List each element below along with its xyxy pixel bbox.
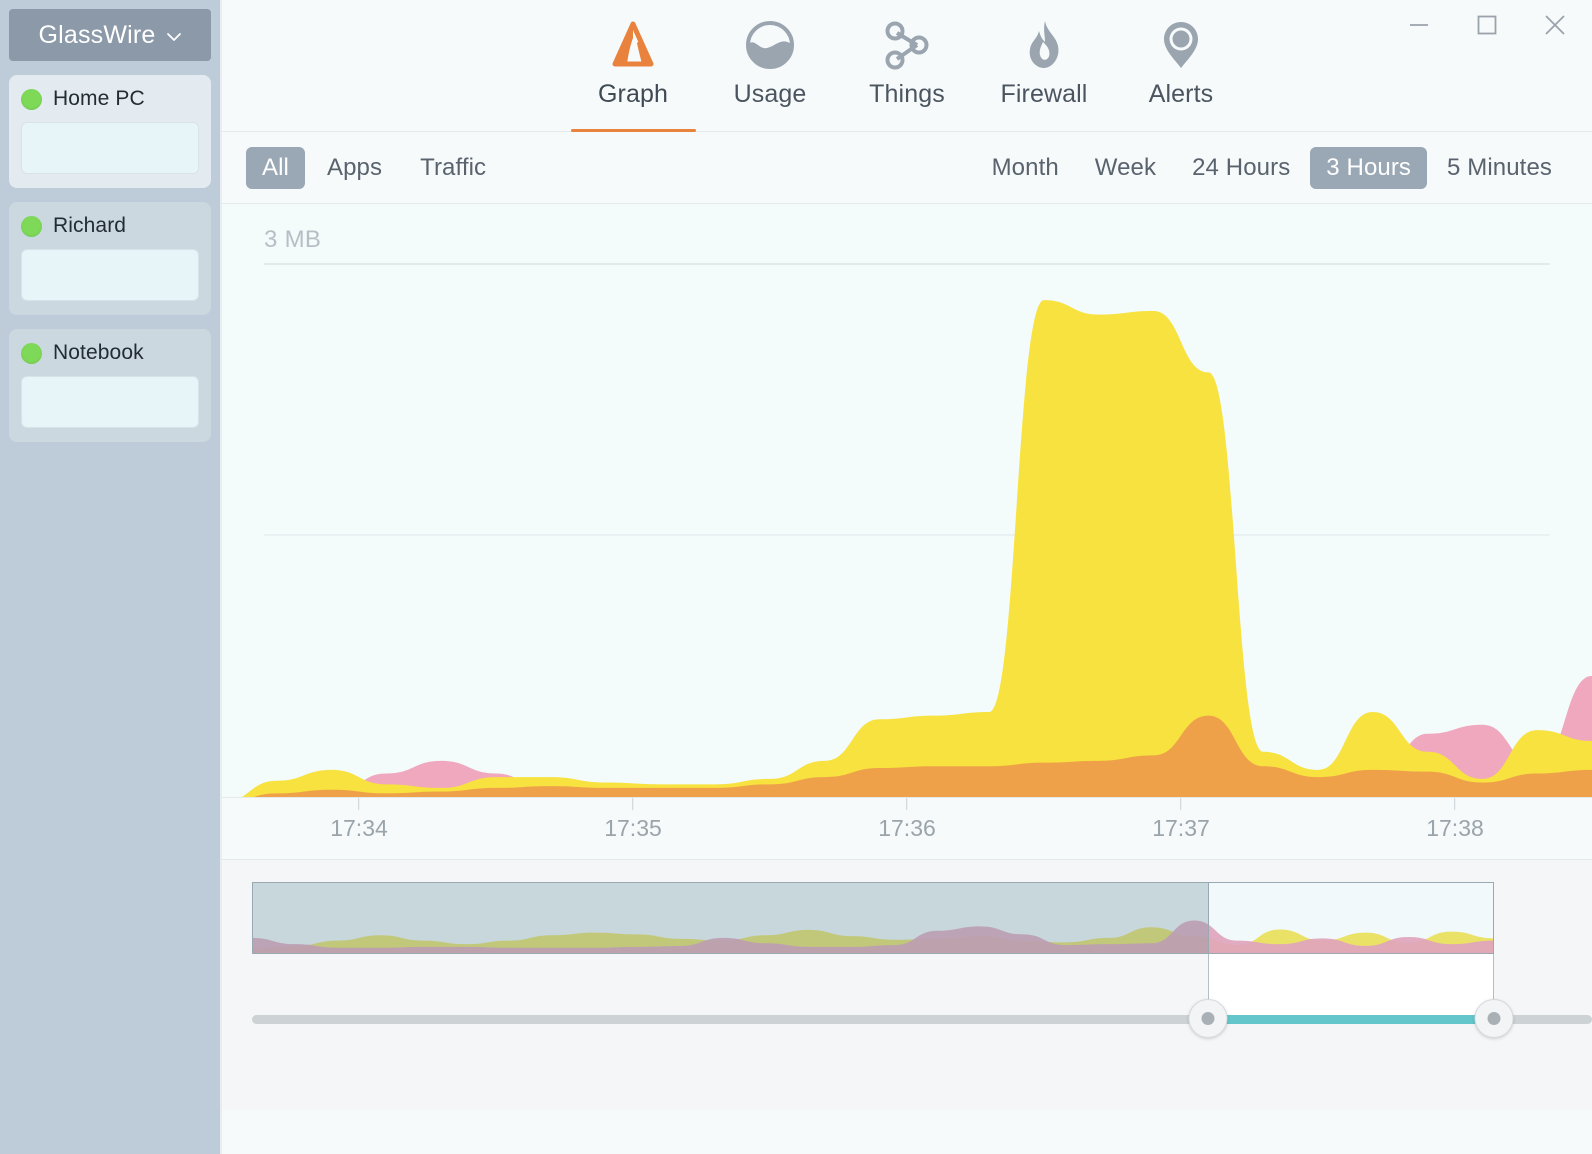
x-tick: 17:38	[1426, 798, 1484, 842]
range-slider[interactable]	[252, 999, 1592, 1038]
device-mini-graph[interactable]	[21, 122, 199, 174]
tab-label: Alerts	[1148, 80, 1214, 108]
unselected-range-overlay	[252, 882, 1209, 954]
device-header: Richard	[21, 214, 199, 238]
flame-icon	[1018, 16, 1070, 74]
range-end-handle[interactable]	[1474, 999, 1514, 1038]
status-dot-icon	[21, 88, 42, 110]
slider-track-active[interactable]	[1208, 1015, 1494, 1024]
x-tick-label: 17:36	[878, 815, 936, 841]
brand-label: GlassWire	[38, 20, 156, 49]
sidebar: GlassWire Home PC Richard Notebook	[0, 0, 222, 1154]
x-tick: 17:35	[604, 798, 662, 842]
time-range-week[interactable]: Week	[1079, 147, 1172, 189]
things-nodes-icon	[879, 16, 935, 74]
tab-firewall[interactable]: Firewall	[976, 12, 1113, 132]
tab-label: Graph	[598, 80, 668, 108]
status-dot-icon	[21, 215, 42, 237]
x-tick-mark	[632, 798, 634, 810]
map-pin-icon	[1155, 16, 1207, 74]
device-card-richard[interactable]: Richard	[9, 202, 211, 315]
tab-label: Things	[869, 80, 945, 108]
main-panel: Graph Usage Things Firewall Alerts All Apps Tr…	[222, 0, 1592, 1154]
selected-range-box[interactable]	[1208, 882, 1494, 954]
x-tick-mark	[906, 798, 908, 810]
device-name: Home PC	[53, 87, 145, 110]
x-tick-mark	[358, 798, 360, 810]
x-tick-label: 17:34	[330, 815, 388, 841]
x-tick-mark	[1454, 798, 1456, 810]
usage-wave-circle-icon	[743, 16, 797, 74]
device-card-notebook[interactable]: Notebook	[9, 329, 211, 442]
tab-things[interactable]: Things	[839, 12, 976, 132]
tab-graph[interactable]: Graph	[565, 12, 702, 132]
view-mode-traffic[interactable]: Traffic	[404, 147, 502, 189]
view-mode-all[interactable]: All	[246, 146, 305, 189]
view-mode-apps[interactable]: Apps	[311, 147, 398, 189]
time-range-3-hours[interactable]: 3 Hours	[1310, 146, 1428, 189]
x-tick: 17:36	[878, 798, 936, 842]
filter-bar: All Apps Traffic Month Week 24 Hours 3 Hours 5…	[222, 132, 1592, 204]
view-mode-group: All Apps Traffic	[246, 146, 502, 189]
mini-overview-chart[interactable]	[252, 882, 1494, 954]
x-axis: 17:34 17:35 17:36 17:37 17:38	[222, 798, 1592, 860]
main-nav: Graph Usage Things Firewall Alerts	[222, 12, 1592, 132]
tab-alerts[interactable]: Alerts	[1113, 12, 1250, 132]
time-range-month[interactable]: Month	[976, 147, 1075, 189]
brand-dropdown[interactable]: GlassWire	[9, 9, 211, 61]
time-range-24-hours[interactable]: 24 Hours	[1176, 147, 1306, 189]
x-tick-label: 17:38	[1426, 815, 1484, 841]
status-dot-icon	[21, 342, 42, 364]
chevron-down-icon	[166, 29, 182, 45]
x-tick-label: 17:37	[1152, 815, 1210, 841]
device-card-home-pc[interactable]: Home PC	[9, 75, 211, 188]
device-name: Richard	[53, 214, 127, 237]
device-header: Notebook	[21, 341, 199, 365]
x-tick-label: 17:35	[604, 815, 662, 841]
tab-label: Usage	[733, 80, 807, 108]
x-tick-mark	[1180, 798, 1182, 810]
traffic-graph[interactable]: 3 MB	[222, 204, 1592, 798]
tab-usage[interactable]: Usage	[702, 12, 839, 132]
traffic-graph-svg	[241, 263, 1592, 797]
x-tick: 17:34	[330, 798, 388, 842]
device-name: Notebook	[53, 341, 144, 364]
device-header: Home PC	[21, 87, 199, 111]
device-mini-graph[interactable]	[21, 249, 199, 301]
range-start-handle[interactable]	[1188, 999, 1228, 1038]
glasswire-window: GlassWire Home PC Richard Notebook Graph…	[0, 0, 1592, 1154]
tab-label: Firewall	[1000, 80, 1088, 108]
device-list: Home PC Richard Notebook	[0, 75, 220, 442]
time-range-group: Month Week 24 Hours 3 Hours 5 Minutes	[976, 146, 1568, 189]
timeline-scrubber[interactable]	[222, 860, 1592, 1110]
mountain-graph-icon	[604, 16, 662, 74]
device-mini-graph[interactable]	[21, 376, 199, 428]
time-range-5-minutes[interactable]: 5 Minutes	[1431, 147, 1568, 189]
x-tick: 17:37	[1152, 798, 1210, 842]
